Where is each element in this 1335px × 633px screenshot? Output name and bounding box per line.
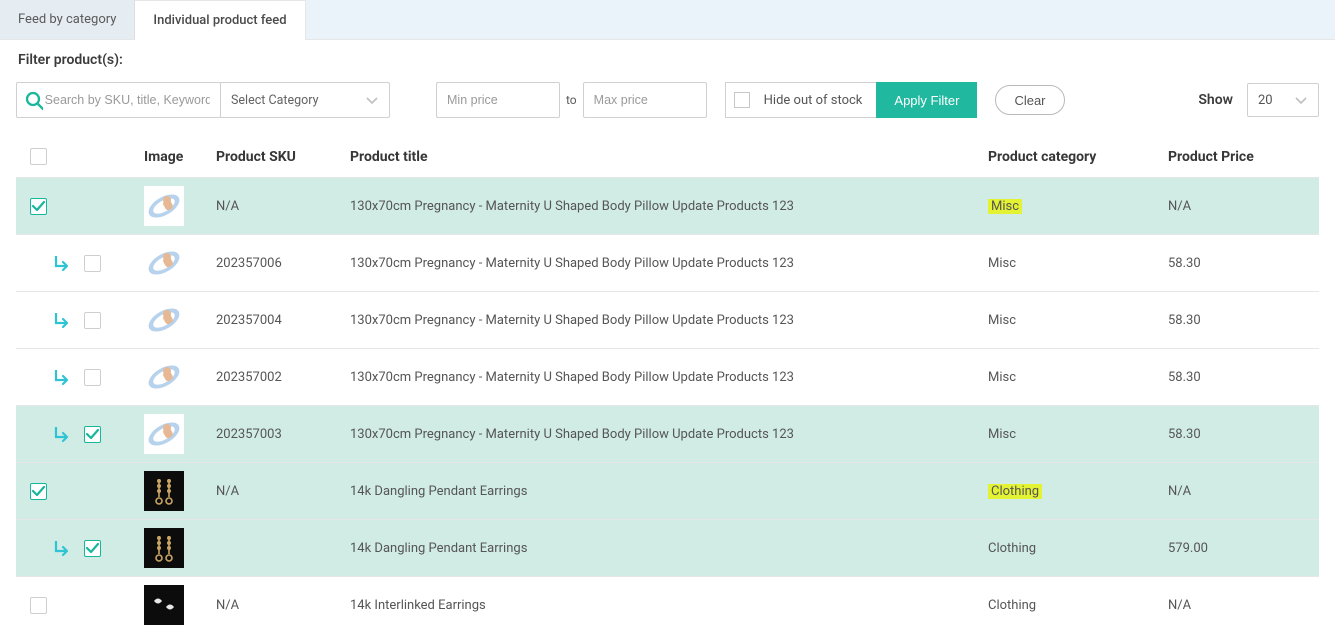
product-thumbnail — [144, 300, 184, 340]
cell-category: Misc — [980, 178, 1160, 235]
tab-feed-by-category[interactable]: Feed by category — [0, 0, 135, 39]
cell-category: Misc — [980, 235, 1160, 292]
cell-sku: 202357004 — [208, 292, 342, 349]
child-arrow-icon — [52, 254, 70, 272]
cell-price: 58.30 — [1160, 292, 1319, 349]
cell-sku: N/A — [208, 577, 342, 633]
min-price-input[interactable] — [436, 82, 560, 118]
cell-price: 58.30 — [1160, 349, 1319, 406]
show-page-size-value: 20 — [1258, 93, 1273, 108]
product-thumbnail — [144, 357, 184, 397]
cell-category: Clothing — [980, 463, 1160, 520]
column-header-sku: Product SKU — [208, 136, 342, 178]
cell-sku: 202357003 — [208, 406, 342, 463]
row-checkbox[interactable] — [30, 198, 47, 215]
cell-sku: 202357006 — [208, 235, 342, 292]
cell-category: Clothing — [980, 577, 1160, 633]
row-checkbox[interactable] — [84, 369, 101, 386]
max-price-input[interactable] — [583, 82, 707, 118]
filter-products-label: Filter product(s): — [18, 52, 1319, 68]
cell-price: 58.30 — [1160, 406, 1319, 463]
product-thumbnail — [144, 471, 184, 511]
cell-sku: N/A — [208, 178, 342, 235]
cell-category: Misc — [980, 292, 1160, 349]
price-to-label: to — [566, 93, 577, 107]
category-select[interactable]: Select Category — [220, 82, 390, 118]
cell-price: N/A — [1160, 577, 1319, 633]
apply-filter-button[interactable]: Apply Filter — [876, 82, 977, 118]
filter-row: Select Category to Hide out of stock App… — [16, 82, 1319, 118]
cell-title: 130x70cm Pregnancy - Maternity U Shaped … — [342, 292, 980, 349]
cell-title: 130x70cm Pregnancy - Maternity U Shaped … — [342, 235, 980, 292]
column-header-price: Product Price — [1160, 136, 1319, 178]
child-arrow-icon — [52, 539, 70, 557]
row-checkbox[interactable] — [30, 483, 47, 500]
product-thumbnail — [144, 414, 184, 454]
clear-button[interactable]: Clear — [995, 85, 1064, 115]
child-arrow-icon — [52, 425, 70, 443]
row-checkbox[interactable] — [84, 255, 101, 272]
cell-title: 130x70cm Pregnancy - Maternity U Shaped … — [342, 406, 980, 463]
tab-individual-product-feed[interactable]: Individual product feed — [135, 0, 305, 40]
cell-title: 14k Dangling Pendant Earrings — [342, 520, 980, 577]
search-icon — [23, 89, 43, 111]
product-thumbnail — [144, 585, 184, 625]
table-row: 202357003130x70cm Pregnancy - Maternity … — [16, 406, 1319, 463]
products-table: Image Product SKU Product title Product … — [16, 136, 1319, 633]
tab-bar: Feed by category Individual product feed — [0, 0, 1335, 40]
cell-category: Misc — [980, 349, 1160, 406]
cell-price: 58.30 — [1160, 235, 1319, 292]
cell-category: Clothing — [980, 520, 1160, 577]
show-page-size-select[interactable]: 20 — [1247, 83, 1319, 117]
cell-price: 579.00 — [1160, 520, 1319, 577]
category-select-label: Select Category — [231, 93, 319, 108]
table-row: 202357004130x70cm Pregnancy - Maternity … — [16, 292, 1319, 349]
chevron-down-icon — [1294, 93, 1308, 107]
column-header-category: Product category — [980, 136, 1160, 178]
product-thumbnail — [144, 528, 184, 568]
cell-title: 130x70cm Pregnancy - Maternity U Shaped … — [342, 178, 980, 235]
table-header-row: Image Product SKU Product title Product … — [16, 136, 1319, 178]
show-label: Show — [1198, 92, 1233, 108]
row-checkbox[interactable] — [84, 426, 101, 443]
product-thumbnail — [144, 243, 184, 283]
hide-out-of-stock-label: Hide out of stock — [764, 93, 863, 108]
product-thumbnail — [144, 186, 184, 226]
column-header-title: Product title — [342, 136, 980, 178]
cell-price: N/A — [1160, 463, 1319, 520]
search-input[interactable] — [43, 92, 212, 108]
hide-out-of-stock-checkbox[interactable] — [734, 92, 750, 108]
table-row: 202357002130x70cm Pregnancy - Maternity … — [16, 349, 1319, 406]
cell-sku: 202357002 — [208, 349, 342, 406]
row-checkbox[interactable] — [30, 597, 47, 614]
table-row: N/A14k Interlinked EarringsClothingN/A — [16, 577, 1319, 633]
table-row: 14k Dangling Pendant EarringsClothing579… — [16, 520, 1319, 577]
child-arrow-icon — [52, 368, 70, 386]
row-checkbox[interactable] — [84, 312, 101, 329]
cell-sku — [208, 520, 342, 577]
child-arrow-icon — [52, 311, 70, 329]
table-row: N/A14k Dangling Pendant EarringsClothing… — [16, 463, 1319, 520]
chevron-down-icon — [365, 93, 379, 107]
cell-category: Misc — [980, 406, 1160, 463]
cell-title: 14k Interlinked Earrings — [342, 577, 980, 633]
cell-title: 14k Dangling Pendant Earrings — [342, 463, 980, 520]
cell-sku: N/A — [208, 463, 342, 520]
column-header-image: Image — [136, 136, 208, 178]
select-all-checkbox[interactable] — [30, 148, 47, 165]
hide-out-of-stock-group: Hide out of stock — [725, 82, 878, 118]
search-field-wrap — [16, 82, 221, 118]
cell-price: N/A — [1160, 178, 1319, 235]
table-row: N/A130x70cm Pregnancy - Maternity U Shap… — [16, 178, 1319, 235]
cell-title: 130x70cm Pregnancy - Maternity U Shaped … — [342, 349, 980, 406]
row-checkbox[interactable] — [84, 540, 101, 557]
table-row: 202357006130x70cm Pregnancy - Maternity … — [16, 235, 1319, 292]
